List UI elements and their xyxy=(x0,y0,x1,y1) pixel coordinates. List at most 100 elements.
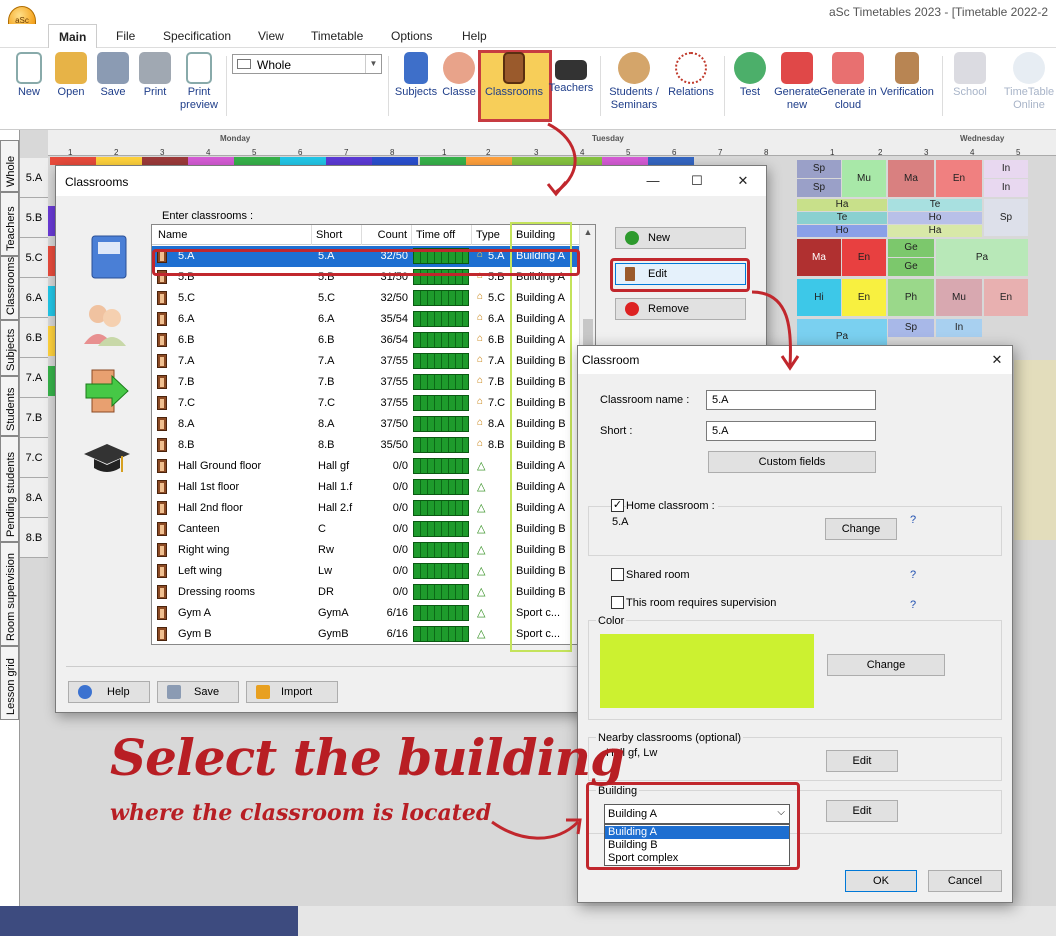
book-icon[interactable] xyxy=(84,232,134,282)
lesson-cell[interactable]: In xyxy=(984,160,1028,178)
lesson-cell[interactable]: Pa xyxy=(936,239,1028,276)
lesson-cell[interactable]: Te xyxy=(888,199,982,211)
lesson-cell[interactable]: Ma xyxy=(797,239,841,276)
custom-fields-button[interactable]: Custom fields xyxy=(708,451,876,473)
door-arrow-icon[interactable] xyxy=(82,366,132,416)
lesson-cell[interactable] xyxy=(142,157,188,165)
lesson-cell[interactable]: Ge xyxy=(888,239,934,257)
lesson-cell[interactable]: Ph xyxy=(888,279,934,316)
lesson-cell[interactable]: Mu xyxy=(936,279,982,316)
time-off-grid[interactable] xyxy=(413,563,469,579)
menu-tab-help[interactable]: Help xyxy=(462,29,487,43)
time-off-grid[interactable] xyxy=(413,584,469,600)
lesson-cell[interactable] xyxy=(96,157,142,165)
lesson-cell[interactable]: Sp xyxy=(888,319,934,337)
lesson-cell[interactable]: In xyxy=(984,179,1028,197)
lesson-cell[interactable]: Ha xyxy=(888,225,982,237)
time-off-grid[interactable] xyxy=(413,437,469,453)
cancel-button[interactable]: Cancel xyxy=(928,870,1002,892)
lesson-cell[interactable]: En xyxy=(984,279,1028,316)
classrooms-button[interactable]: Classrooms xyxy=(485,52,543,99)
class-row-label[interactable]: 5.C xyxy=(20,238,48,278)
vtab-lesson-grid[interactable]: Lesson grid xyxy=(0,646,19,720)
school-button[interactable]: School xyxy=(941,52,999,99)
generate-in-cloud-button[interactable]: Generate in cloud xyxy=(819,52,877,112)
people-icon[interactable] xyxy=(80,298,130,348)
color-change-button[interactable]: Change xyxy=(827,654,945,676)
time-off-grid[interactable] xyxy=(413,626,469,642)
close-icon[interactable]: ✕ xyxy=(988,351,1006,369)
lesson-cell[interactable] xyxy=(188,157,234,165)
shared-room-checkbox[interactable] xyxy=(611,568,624,581)
lesson-cell[interactable] xyxy=(466,157,512,165)
lesson-cell[interactable] xyxy=(372,157,418,165)
new-classroom-button[interactable]: New xyxy=(615,227,746,249)
import-button[interactable]: Import xyxy=(246,681,338,703)
remove-classroom-button[interactable]: Remove xyxy=(615,298,746,320)
graduation-cap-icon[interactable] xyxy=(82,434,132,484)
timetable-online-button[interactable]: TimeTable Online xyxy=(1000,52,1056,112)
lesson-cell[interactable]: Sp xyxy=(797,179,841,197)
class-row-label[interactable]: 6.A xyxy=(20,278,48,318)
time-off-grid[interactable] xyxy=(413,416,469,432)
lesson-cell[interactable]: Ho xyxy=(797,225,887,237)
class-row-label[interactable]: 5.A xyxy=(20,158,48,198)
time-off-grid[interactable] xyxy=(413,290,469,306)
lesson-cell[interactable] xyxy=(420,157,466,165)
lesson-cell[interactable] xyxy=(280,157,326,165)
shared-room-help-icon[interactable]: ? xyxy=(910,569,916,581)
vtab-room-supervision[interactable]: Room supervision xyxy=(0,542,19,646)
column-header-type[interactable]: Type xyxy=(472,225,512,245)
lesson-cell[interactable] xyxy=(648,157,694,165)
menu-tab-file[interactable]: File xyxy=(116,29,135,43)
close-icon[interactable]: ✕ xyxy=(734,172,752,190)
lesson-cell[interactable] xyxy=(326,157,372,165)
help-button[interactable]: Help xyxy=(68,681,150,703)
lesson-cell[interactable]: Ho xyxy=(888,212,982,224)
students-seminars-button[interactable]: Students / Seminars xyxy=(604,52,664,112)
supervision-checkbox[interactable] xyxy=(611,596,624,609)
home-classroom-help-icon[interactable]: ? xyxy=(910,514,916,526)
class-row-label[interactable]: 8.B xyxy=(20,518,48,558)
short-name-input[interactable]: 5.A xyxy=(706,421,876,441)
lesson-cell[interactable]: Ma xyxy=(888,160,934,197)
column-header-time-off[interactable]: Time off xyxy=(412,225,472,245)
column-header-short[interactable]: Short xyxy=(312,225,362,245)
color-swatch[interactable] xyxy=(600,634,814,708)
class-row-label[interactable]: 7.A xyxy=(20,358,48,398)
lesson-cell[interactable]: Hi xyxy=(797,279,841,316)
lesson-cell[interactable]: En xyxy=(842,279,886,316)
classroom-name-input[interactable]: 5.A xyxy=(706,390,876,410)
menu-tab-main[interactable]: Main xyxy=(48,24,98,49)
vtab-whole[interactable]: Whole xyxy=(0,140,19,192)
lesson-cell[interactable]: Sp xyxy=(984,199,1028,236)
lesson-cell[interactable] xyxy=(50,157,96,165)
save-list-button[interactable]: Save xyxy=(157,681,239,703)
time-off-grid[interactable] xyxy=(413,521,469,537)
building-edit-button[interactable]: Edit xyxy=(826,800,898,822)
lesson-cell[interactable]: Sp xyxy=(797,160,841,178)
generate-new-button[interactable]: Generate new xyxy=(768,52,826,112)
lesson-cell[interactable]: Mu xyxy=(842,160,886,197)
scroll-up-icon[interactable]: ▲ xyxy=(580,227,595,237)
lesson-cell[interactable] xyxy=(234,157,280,165)
time-off-grid[interactable] xyxy=(413,395,469,411)
menu-tab-specification[interactable]: Specification xyxy=(163,29,231,43)
ok-button[interactable]: OK xyxy=(845,870,917,892)
time-off-grid[interactable] xyxy=(413,500,469,516)
time-off-grid[interactable] xyxy=(413,332,469,348)
class-row-label[interactable]: 7.C xyxy=(20,438,48,478)
class-row-label[interactable]: 7.B xyxy=(20,398,48,438)
lesson-cell[interactable] xyxy=(602,157,648,165)
lesson-cell[interactable]: Pa xyxy=(797,319,887,345)
verification-button[interactable]: Verification xyxy=(878,52,936,99)
lesson-cell[interactable]: Ha xyxy=(797,199,887,211)
lesson-cell[interactable]: In xyxy=(936,319,982,337)
menu-tab-options[interactable]: Options xyxy=(391,29,432,43)
lesson-cell[interactable] xyxy=(512,157,602,165)
home-classroom-change-button[interactable]: Change xyxy=(825,518,897,540)
menu-tab-view[interactable]: View xyxy=(258,29,284,43)
lesson-cell[interactable]: Te xyxy=(797,212,887,224)
time-off-grid[interactable] xyxy=(413,605,469,621)
time-off-grid[interactable] xyxy=(413,479,469,495)
